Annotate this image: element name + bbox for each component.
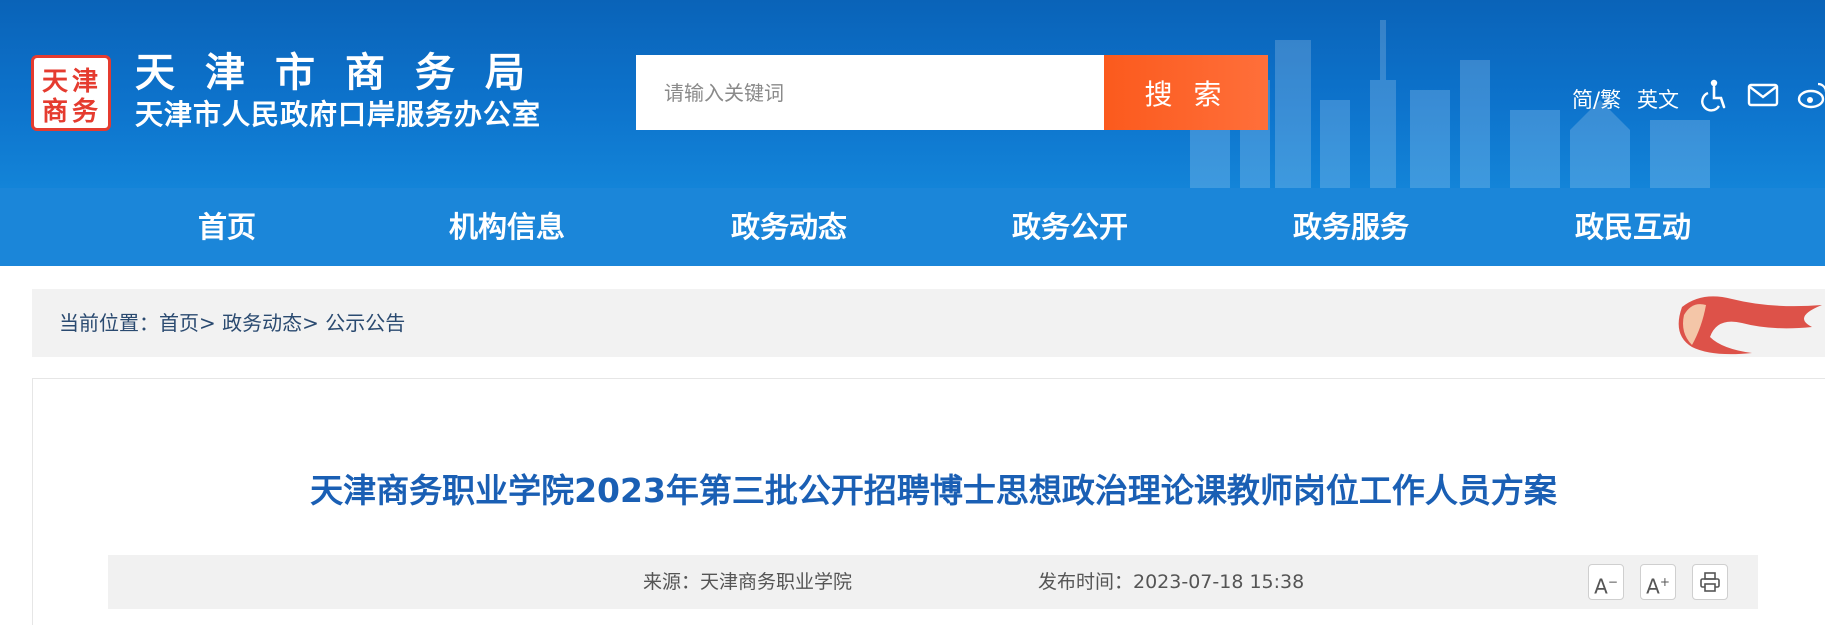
printer-icon (1700, 572, 1720, 592)
font-decrease-button[interactable]: A− (1588, 564, 1624, 600)
svg-text:商: 商 (42, 96, 68, 127)
nav-item-organization[interactable]: 机构信息 (449, 188, 565, 266)
font-increase-button[interactable]: A+ (1640, 564, 1676, 600)
article-publish-time: 发布时间：2023-07-18 15:38 (1038, 571, 1305, 593)
nav-item-home[interactable]: 首页 (198, 188, 256, 266)
nav-item-interaction[interactable]: 政民互动 (1575, 188, 1691, 266)
red-ribbon-decoration (1678, 296, 1822, 355)
english-link[interactable]: 英文 (1637, 84, 1679, 114)
accessibility-icon[interactable] (1697, 78, 1731, 112)
breadcrumb-separator: > (302, 311, 319, 335)
breadcrumb-home[interactable]: 首页 (159, 311, 199, 335)
search-input[interactable] (636, 55, 1104, 130)
main-nav: 首页 机构信息 政务动态 政务公开 政务服务 政民互动 (0, 188, 1825, 266)
logo-seal-icon: 天 津 商 务 (42, 67, 98, 127)
font-decrease-label: A (1594, 574, 1608, 599)
minus-icon: − (1607, 575, 1618, 589)
breadcrumb-prefix: 当前位置： (59, 311, 159, 335)
mail-icon[interactable] (1746, 78, 1780, 112)
site-subtitle: 天津市人民政府口岸服务办公室 (135, 98, 542, 131)
font-increase-label: A (1646, 574, 1660, 599)
breadcrumb-news[interactable]: 政务动态 (222, 311, 302, 335)
nav-item-services[interactable]: 政务服务 (1293, 188, 1409, 266)
breadcrumb-announcements[interactable]: 公示公告 (325, 311, 405, 335)
breadcrumb-separator: > (199, 311, 216, 335)
site-header: 天 津 商 务 天津市商务局 天津市人民政府口岸服务办公室 搜 索 简/繁 英文 (0, 0, 1825, 188)
search-button[interactable]: 搜 索 (1104, 55, 1268, 130)
article-meta-bar: 来源：天津商务职业学院 发布时间：2023-07-18 15:38 A− A+ (108, 555, 1758, 609)
article-title: 天津商务职业学院2023年第三批公开招聘博士思想政治理论课教师岗位工作人员方案 (310, 471, 1557, 510)
article-source: 来源：天津商务职业学院 (643, 571, 853, 593)
site-title: 天津市商务局 (135, 49, 555, 96)
simplified-traditional-toggle[interactable]: 简/繁 (1572, 84, 1621, 114)
svg-text:务: 务 (72, 97, 98, 127)
svg-text:津: 津 (72, 67, 98, 97)
weibo-icon[interactable] (1796, 78, 1825, 112)
svg-text:天: 天 (42, 67, 68, 97)
breadcrumb-bar: 当前位置：首页> 政务动态> 公示公告 (32, 289, 1825, 357)
site-logo[interactable]: 天 津 商 务 (31, 55, 111, 131)
plus-icon: + (1659, 575, 1670, 589)
breadcrumb: 当前位置：首页> 政务动态> 公示公告 (59, 289, 405, 357)
nav-item-news[interactable]: 政务动态 (731, 188, 847, 266)
print-button[interactable] (1692, 564, 1728, 600)
nav-item-disclosure[interactable]: 政务公开 (1012, 188, 1128, 266)
